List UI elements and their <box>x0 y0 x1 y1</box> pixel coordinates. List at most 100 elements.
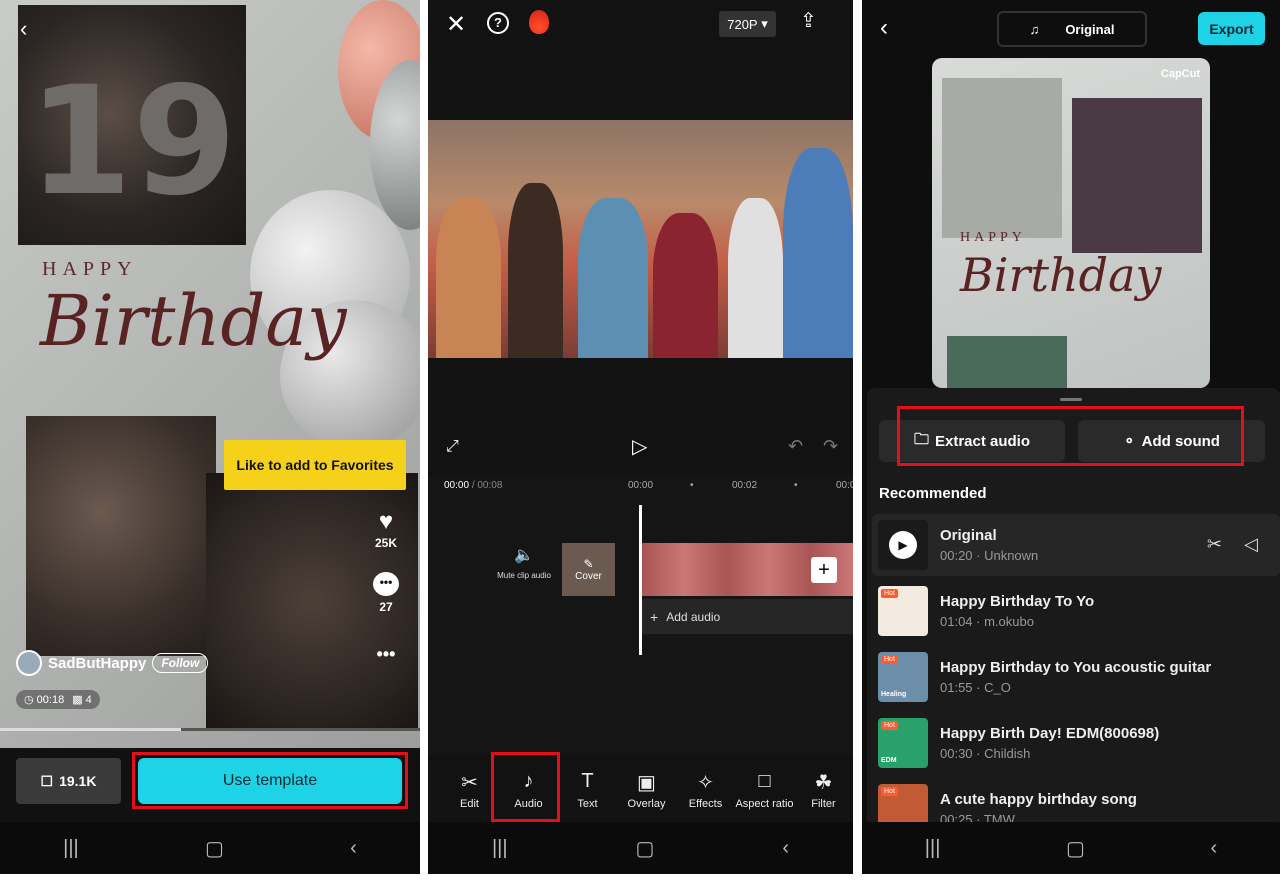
tool-edit[interactable]: ✂ Edit <box>440 770 499 810</box>
audio-picker-screen: ‹ ♫ Original Export CapCut HAPPY Birthda… <box>862 0 1280 874</box>
birthday-script-text: Birthday <box>40 280 347 362</box>
photo-tile <box>947 336 1067 388</box>
tool-audio[interactable]: ♪ Audio <box>499 770 558 810</box>
avatar[interactable] <box>16 650 42 676</box>
use-template-button[interactable]: Use template <box>138 758 402 804</box>
song-meta: 00:20 · Unknown <box>940 548 1039 563</box>
person-figure <box>578 198 648 358</box>
resolution-value: 720P <box>727 16 758 32</box>
video-preview <box>428 120 853 358</box>
resolution-selector[interactable]: 720P ▾ <box>719 11 776 37</box>
progress-bar <box>0 728 420 731</box>
top-bar: ‹ ♫ Original Export <box>862 0 1280 58</box>
fullscreen-icon[interactable]: ⤢ <box>446 438 459 456</box>
add-audio-track[interactable]: + Add audio <box>642 599 853 634</box>
recents-icon[interactable]: ||| <box>492 837 508 860</box>
add-sound-button[interactable]: ⚬ Add sound <box>1078 420 1265 462</box>
recents-icon[interactable]: ||| <box>63 837 79 860</box>
pencil-icon: ✎ <box>583 557 594 571</box>
tool-filter[interactable]: ☘ Filter <box>794 770 853 810</box>
comment-button[interactable]: ••• 27 <box>372 572 400 614</box>
mute-clip-audio-button[interactable]: 🔈 Mute clip audio <box>494 545 554 580</box>
big-number: 19 <box>28 55 237 229</box>
heart-icon: ♥ <box>378 508 394 535</box>
username[interactable]: SadButHappy <box>48 655 146 672</box>
editor-screen: ✕ ? 720P ▾ ⇪ ⤢ ▷ ↶ ↷ 00:00 / 00:08 00:00… <box>428 0 853 874</box>
song-title: Original <box>940 527 997 544</box>
export-button[interactable]: Export <box>1198 12 1265 45</box>
scissors-icon[interactable]: ✂ <box>1207 534 1222 555</box>
follow-button[interactable]: Follow <box>152 653 209 673</box>
tick-label: 00:0 <box>836 480 853 491</box>
song-item[interactable]: Hot EDM Happy Birth Day! EDM(800698) 00:30 … <box>872 712 1280 774</box>
song-title: Happy Birthday to You acoustic guitar <box>940 659 1212 676</box>
help-icon[interactable]: ? <box>487 12 509 34</box>
tool-label: Filter <box>811 798 836 810</box>
add-clip-button[interactable]: + <box>811 557 837 583</box>
playhead[interactable] <box>639 505 642 655</box>
close-icon[interactable]: ✕ <box>446 10 466 39</box>
photo-tile <box>942 78 1062 238</box>
back-icon[interactable]: ‹ <box>20 16 27 42</box>
sheet-handle[interactable] <box>1060 398 1082 401</box>
tick-label: 00:00 <box>628 480 654 491</box>
clock-icon: ◷ <box>24 694 34 706</box>
more-icon[interactable]: ••• <box>372 644 400 665</box>
flame-icon[interactable] <box>529 10 549 34</box>
tool-overlay[interactable]: ▣ Overlay <box>617 770 676 810</box>
song-meta: 00:30 · Childish <box>940 746 1031 761</box>
clips-icon: ▩ <box>72 694 83 706</box>
duration: 00:18 <box>36 694 65 706</box>
song-item[interactable]: Hot Healing Happy Birthday to You acoustic… <box>872 646 1280 708</box>
extract-audio-button[interactable]: 🗀 Extract audio <box>879 420 1065 462</box>
person-figure <box>728 198 783 358</box>
back-icon[interactable]: ‹ <box>880 14 888 42</box>
play-icon[interactable]: ▷ <box>632 434 647 459</box>
speaker-icon: 🔈 <box>514 547 534 564</box>
redo-icon[interactable]: ↷ <box>823 436 838 457</box>
hot-badge: Hot <box>881 655 898 664</box>
home-icon[interactable]: ▢ <box>636 836 655 861</box>
music-icon: ♫ <box>1029 21 1040 37</box>
original-audio-selector[interactable]: ♫ Original <box>997 11 1147 47</box>
add-sound-icon: ⚬ <box>1123 433 1136 450</box>
tick-label: 00:02 <box>732 480 758 491</box>
tool-label: Text <box>577 798 598 810</box>
effects-icon: ✧ <box>697 772 714 794</box>
song-item[interactable]: ▶ Original 00:20 · Unknown ✂ ◁ <box>872 514 1280 576</box>
play-icon[interactable]: ▶ <box>889 531 917 559</box>
photo-woman-cake <box>26 416 216 656</box>
cover-button[interactable]: ✎ Cover <box>562 543 615 596</box>
nav-back-icon[interactable]: ‹ <box>350 837 357 860</box>
cover-label: Cover <box>575 571 602 582</box>
progress-fill <box>0 728 181 731</box>
clips-info: ▩ 4 <box>72 693 92 706</box>
song-title: Happy Birthday To Yo <box>940 593 1095 610</box>
like-button[interactable]: ♥ 25K <box>372 508 400 550</box>
song-thumbnail: Hot Healing <box>878 652 928 702</box>
birthday-script-text: Birthday <box>960 248 1162 302</box>
thumb-label: EDM <box>881 757 897 764</box>
recents-icon[interactable]: ||| <box>925 837 941 860</box>
music-note-icon: ♪ <box>523 770 534 792</box>
volume-icon[interactable]: ◁ <box>1244 534 1258 555</box>
comment-icon: ••• <box>373 572 399 596</box>
song-item[interactable]: Hot Happy Birthday To Yo 01:04 · m.okubo <box>872 580 1280 642</box>
original-label: Original <box>1065 21 1115 37</box>
person-figure <box>436 198 501 358</box>
tool-text[interactable]: T Text <box>558 770 617 810</box>
home-icon[interactable]: ▢ <box>1066 836 1085 861</box>
tool-effects[interactable]: ✧ Effects <box>676 770 735 810</box>
current-time: 00:00 <box>444 480 470 491</box>
tool-label: Edit <box>460 798 479 810</box>
undo-icon[interactable]: ↶ <box>788 436 803 457</box>
template-preview: CapCut HAPPY Birthday <box>932 58 1210 388</box>
favorite-button[interactable]: ☐ 19.1K <box>16 758 121 804</box>
nav-back-icon[interactable]: ‹ <box>1211 837 1218 860</box>
export-icon[interactable]: ⇪ <box>800 8 817 33</box>
tool-aspect-ratio[interactable]: □ Aspect ratio <box>735 770 794 810</box>
favorite-count: 19.1K <box>59 773 97 789</box>
home-icon[interactable]: ▢ <box>205 836 224 861</box>
folder-music-icon: 🗀 <box>913 430 929 448</box>
nav-back-icon[interactable]: ‹ <box>782 837 789 860</box>
